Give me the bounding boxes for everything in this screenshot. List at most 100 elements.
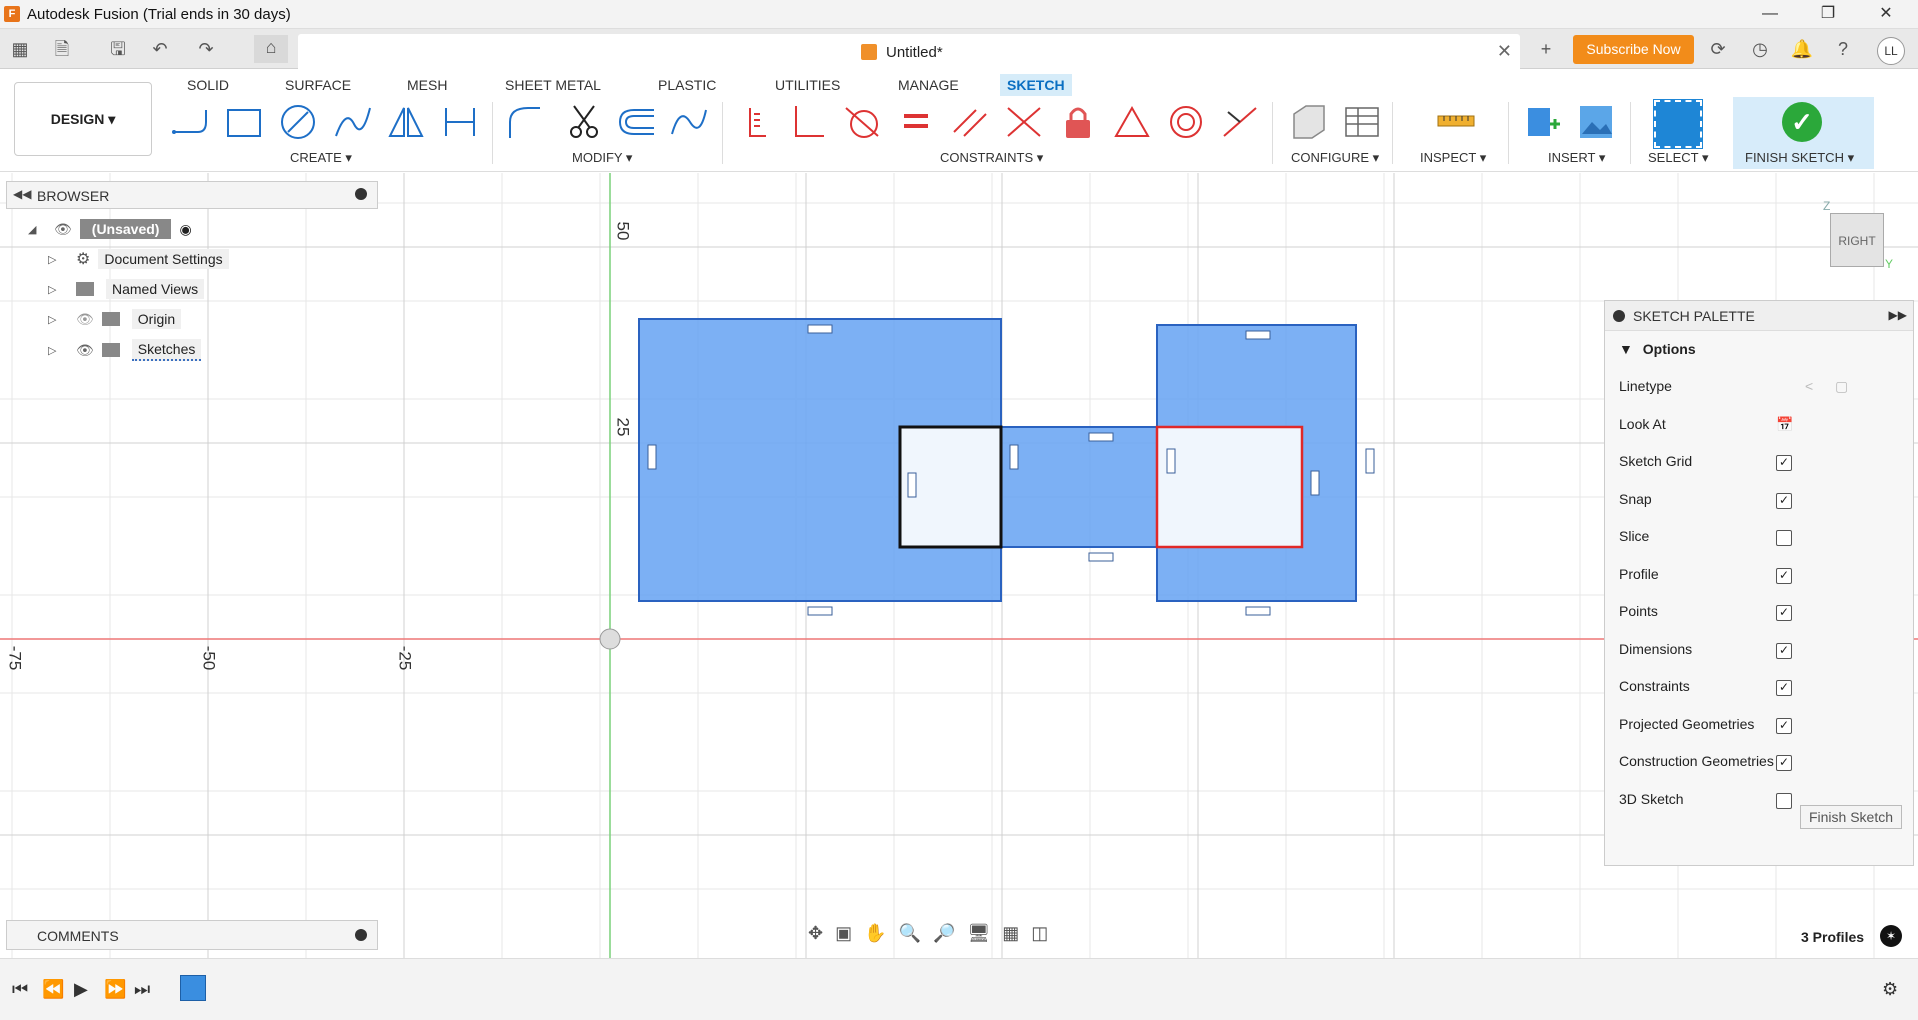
workspace-switcher[interactable]: DESIGN ▾	[14, 82, 152, 156]
circle-tool-icon[interactable]	[276, 100, 320, 144]
dimension-tool-icon[interactable]	[438, 100, 482, 144]
palette-expand-icon[interactable]: ▶▶	[1889, 308, 1907, 322]
rectangle-tool-icon[interactable]	[222, 100, 266, 144]
spline-tool-icon[interactable]	[330, 100, 374, 144]
grid-apps-icon[interactable]: ▦	[8, 37, 32, 61]
configure-table-icon[interactable]	[1340, 100, 1384, 144]
help-icon[interactable]: ?	[1831, 37, 1855, 61]
add-comment-icon[interactable]	[355, 929, 367, 941]
expand-arrow-icon[interactable]: ▷	[48, 283, 62, 296]
look-at-nav-icon[interactable]: ▣	[835, 923, 852, 944]
expand-arrow-icon[interactable]: ▷	[48, 344, 62, 357]
configure-box-icon[interactable]	[1286, 100, 1330, 144]
slice-checkbox[interactable]	[1776, 530, 1792, 546]
palette-collapse-icon[interactable]	[1613, 310, 1625, 322]
select-tool-icon[interactable]	[1653, 99, 1703, 149]
snap-checkbox[interactable]: ✓	[1776, 493, 1792, 509]
tangent-constraint-icon[interactable]	[840, 100, 884, 144]
subscribe-button[interactable]: Subscribe Now	[1573, 35, 1694, 64]
construction-geometries-checkbox[interactable]: ✓	[1776, 755, 1792, 771]
tab-plastic[interactable]: PLASTIC	[651, 74, 723, 96]
eye-icon[interactable]: 👁	[54, 221, 72, 238]
zoom-icon[interactable]: 🔍	[899, 923, 921, 944]
ai-assistant-icon[interactable]: ✶	[1880, 925, 1902, 947]
close-button[interactable]: ✕	[1858, 0, 1914, 29]
redo-icon[interactable]: ↷	[194, 37, 218, 61]
browser-item-sketches[interactable]: ▷ 👁 Sketches	[48, 339, 202, 361]
insert-group-label[interactable]: INSERT ▾	[1548, 150, 1605, 166]
create-group-label[interactable]: CREATE ▾	[290, 150, 352, 166]
viewcube[interactable]: RIGHT	[1830, 213, 1884, 267]
tab-manage[interactable]: MANAGE	[891, 74, 966, 96]
parallel-constraint-icon[interactable]	[948, 100, 992, 144]
avatar[interactable]: LL	[1877, 37, 1905, 65]
next-step-icon[interactable]: ⏩	[104, 979, 126, 1000]
notifications-icon[interactable]: 🔔	[1790, 37, 1814, 61]
projected-geometries-checkbox[interactable]: ✓	[1776, 718, 1792, 734]
home-icon[interactable]: ⌂	[254, 35, 288, 63]
3d-sketch-checkbox[interactable]	[1776, 793, 1792, 809]
tab-sketch[interactable]: SKETCH	[1000, 74, 1072, 96]
constraints-group-label[interactable]: CONSTRAINTS ▾	[940, 150, 1043, 166]
finish-sketch-button[interactable]: Finish Sketch	[1800, 805, 1902, 829]
curve-tool-icon[interactable]	[666, 100, 710, 144]
minimize-button[interactable]: —	[1742, 0, 1798, 29]
offset-tool-icon[interactable]	[614, 100, 658, 144]
viewports-icon[interactable]: ◫	[1031, 923, 1048, 944]
expand-arrow-icon[interactable]: ▷	[48, 313, 62, 326]
comments-panel[interactable]: COMMENTS	[6, 920, 378, 950]
sketch-palette-header[interactable]: SKETCH PALETTE ▶▶	[1605, 301, 1913, 331]
points-checkbox[interactable]: ✓	[1776, 605, 1792, 621]
profile-checkbox[interactable]: ✓	[1776, 568, 1792, 584]
browser-panel-header[interactable]: ◀◀ BROWSER	[6, 181, 378, 209]
panel-pin-icon[interactable]	[355, 188, 367, 200]
play-icon[interactable]: ▶	[74, 979, 88, 1000]
expand-arrow-icon[interactable]: ▷	[48, 253, 62, 266]
finish-sketch-check-icon[interactable]: ✓	[1782, 102, 1822, 142]
tab-surface[interactable]: SURFACE	[278, 74, 358, 96]
construction-linetype-icon[interactable]: ▢	[1835, 378, 1848, 395]
extensions-icon[interactable]: ⟳	[1706, 37, 1730, 61]
active-radio-icon[interactable]: ◉	[179, 221, 191, 238]
timeline-sketch-feature[interactable]	[180, 975, 206, 1001]
tab-mesh[interactable]: MESH	[400, 74, 454, 96]
file-menu-icon[interactable]: 🗎	[50, 37, 74, 61]
constraints-checkbox[interactable]: ✓	[1776, 680, 1792, 696]
select-group-label[interactable]: SELECT ▾	[1648, 150, 1708, 166]
inspect-group-label[interactable]: INSPECT ▾	[1420, 150, 1486, 166]
new-tab-icon[interactable]: +	[1534, 37, 1558, 61]
tab-solid[interactable]: SOLID	[180, 74, 236, 96]
save-icon[interactable]: 🖫	[106, 37, 130, 61]
close-tab-icon[interactable]: ✕	[1497, 41, 1512, 62]
collapse-icon[interactable]: ◀◀	[13, 187, 31, 201]
measure-icon[interactable]	[1434, 100, 1478, 144]
symmetry-constraint-icon[interactable]	[1110, 100, 1154, 144]
insert-component-icon[interactable]	[1520, 100, 1564, 144]
finish-sketch-label[interactable]: FINISH SKETCH ▾	[1745, 150, 1854, 166]
concentric-constraint-icon[interactable]	[1164, 100, 1208, 144]
fix-constraint-icon[interactable]	[734, 100, 778, 144]
tab-utilities[interactable]: UTILITIES	[768, 74, 847, 96]
dimensions-checkbox[interactable]: ✓	[1776, 643, 1792, 659]
midpoint-constraint-icon[interactable]	[1218, 100, 1262, 144]
trim-tool-icon[interactable]	[562, 100, 606, 144]
orbit-icon[interactable]: ✥	[808, 923, 823, 944]
pan-icon[interactable]: ✋	[864, 923, 886, 944]
previous-step-icon[interactable]: ⏪	[42, 979, 64, 1000]
browser-item-root[interactable]: ◢ 👁 (Unsaved) ◉	[28, 219, 192, 239]
look-at-icon[interactable]: 📅	[1776, 416, 1793, 433]
linetype-icon[interactable]: <	[1805, 378, 1813, 394]
expand-arrow-icon[interactable]: ◢	[28, 223, 42, 236]
tab-sheet-metal[interactable]: SHEET METAL	[498, 74, 608, 96]
browser-item-named-views[interactable]: ▷ Named Views	[48, 279, 205, 299]
eye-hidden-icon[interactable]: 👁	[76, 311, 94, 328]
first-step-icon[interactable]: ⏮	[12, 979, 28, 1000]
grid-settings-icon[interactable]: ▦	[1002, 923, 1019, 944]
last-step-icon[interactable]: ⏭	[134, 979, 150, 1000]
insert-image-icon[interactable]	[1574, 100, 1618, 144]
document-tab[interactable]: Untitled* ✕	[298, 34, 1520, 69]
browser-item-document-settings[interactable]: ▷ ⚙ Document Settings	[48, 249, 229, 269]
modify-group-label[interactable]: MODIFY ▾	[572, 150, 632, 166]
browser-item-origin[interactable]: ▷ 👁 Origin	[48, 309, 182, 329]
origin-point[interactable]	[599, 628, 621, 650]
